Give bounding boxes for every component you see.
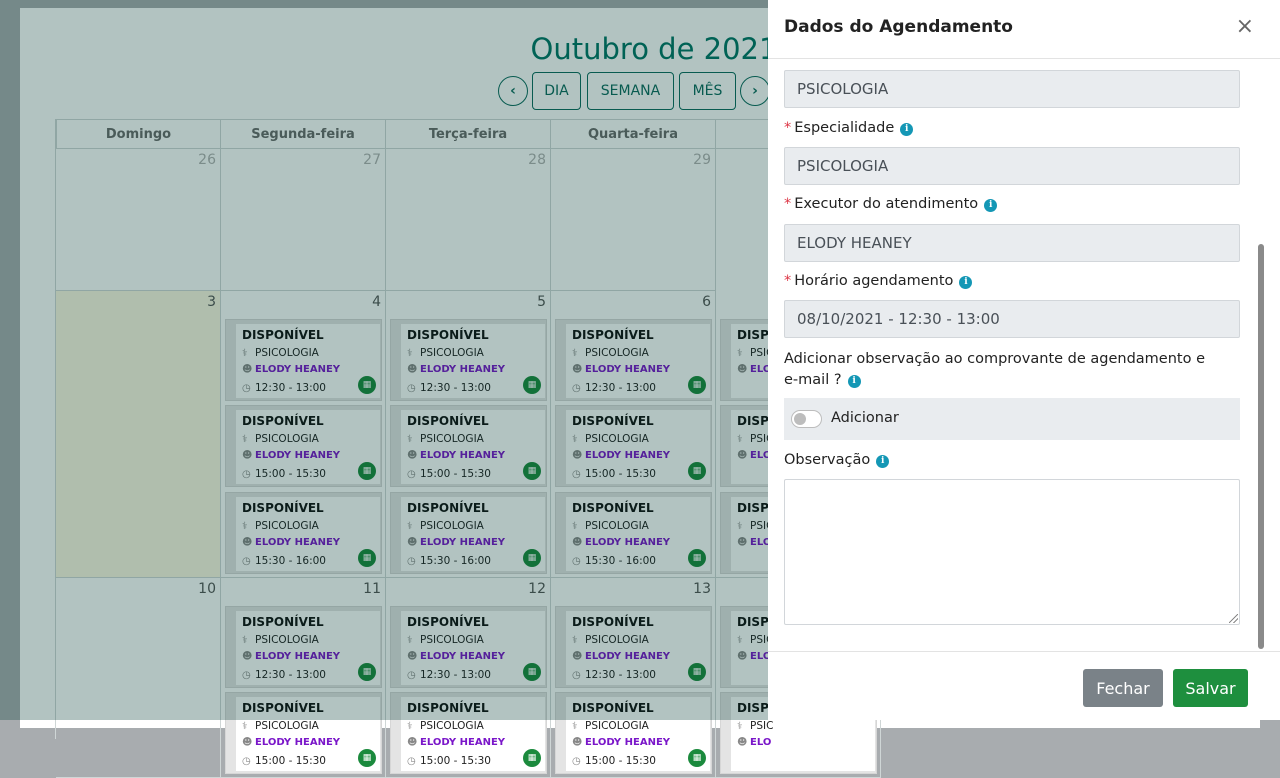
info-icon[interactable]: i <box>984 199 998 212</box>
info-icon[interactable]: i <box>959 276 973 289</box>
slot-specialty: ⚕ PSIC <box>737 720 774 732</box>
stethoscope-icon: ⚕ <box>407 721 413 732</box>
info-icon[interactable]: i <box>876 455 890 468</box>
calendar-icon[interactable]: ▦ <box>523 749 541 767</box>
observacao-question-label: Adicionar observação ao comprovante de a… <box>784 351 1206 388</box>
slot-specialty: ⚕ PSICOLOGIA <box>572 720 649 732</box>
panel-footer: Fechar Salvar <box>768 651 1280 720</box>
clock-icon: ◷ <box>242 756 251 767</box>
calendar-icon[interactable]: ▦ <box>358 749 376 767</box>
especialidade-field: PSICOLOGIA <box>784 147 1240 185</box>
resize-grip-icon[interactable] <box>1229 614 1238 623</box>
panel-title: Dados do Agendamento <box>784 17 1013 37</box>
executor-label: * Executor do atendimento i <box>784 196 998 212</box>
stethoscope-icon: ⚕ <box>572 721 578 732</box>
stethoscope-icon: ⚕ <box>737 721 743 732</box>
fechar-button[interactable]: Fechar <box>1083 669 1163 707</box>
stethoscope-icon: ⚕ <box>242 721 248 732</box>
horario-label: * Horário agendamento i <box>784 273 973 289</box>
top-readonly-field: PSICOLOGIA <box>784 70 1240 108</box>
clock-icon: ◷ <box>407 756 416 767</box>
executor-field: ELODY HEANEY <box>784 224 1240 262</box>
observacao-textarea[interactable] <box>784 479 1240 625</box>
doctor-icon: ☻ <box>407 737 418 748</box>
clock-icon: ◷ <box>572 756 581 767</box>
slot-professional: ☻ ELO <box>737 737 772 748</box>
appointment-panel: Dados do Agendamento × PSICOLOGIA * Espec… <box>768 0 1280 720</box>
info-icon[interactable]: i <box>847 375 861 388</box>
slot-specialty: ⚕ PSICOLOGIA <box>407 720 484 732</box>
slot-time: ◷ 15:00 - 15:30 <box>572 755 656 767</box>
salvar-button[interactable]: Salvar <box>1173 669 1248 707</box>
slot-professional: ☻ ELODY HEANEY <box>572 737 671 748</box>
info-icon[interactable]: i <box>900 123 914 136</box>
add-observation-switch[interactable] <box>791 410 822 428</box>
close-icon[interactable]: × <box>1236 16 1254 38</box>
toggle-label: Adicionar <box>831 410 899 426</box>
slot-specialty: ⚕ PSICOLOGIA <box>242 720 319 732</box>
add-observation-toggle-row[interactable]: Adicionar <box>784 398 1240 440</box>
switch-knob <box>794 413 806 425</box>
doctor-icon: ☻ <box>737 737 748 748</box>
calendar-icon[interactable]: ▦ <box>688 749 706 767</box>
doctor-icon: ☻ <box>572 737 583 748</box>
especialidade-label: * Especialidade i <box>784 120 914 136</box>
slot-time: ◷ 15:00 - 15:30 <box>242 755 326 767</box>
observacao-label: Observação i <box>784 452 890 468</box>
slot-professional: ☻ ELODY HEANEY <box>242 737 341 748</box>
horario-field: 08/10/2021 - 12:30 - 13:00 <box>784 300 1240 338</box>
panel-header: Dados do Agendamento × <box>768 0 1280 59</box>
panel-scrollbar[interactable] <box>1258 244 1264 649</box>
slot-time: ◷ 15:00 - 15:30 <box>407 755 491 767</box>
slot-professional: ☻ ELODY HEANEY <box>407 737 506 748</box>
doctor-icon: ☻ <box>242 737 253 748</box>
